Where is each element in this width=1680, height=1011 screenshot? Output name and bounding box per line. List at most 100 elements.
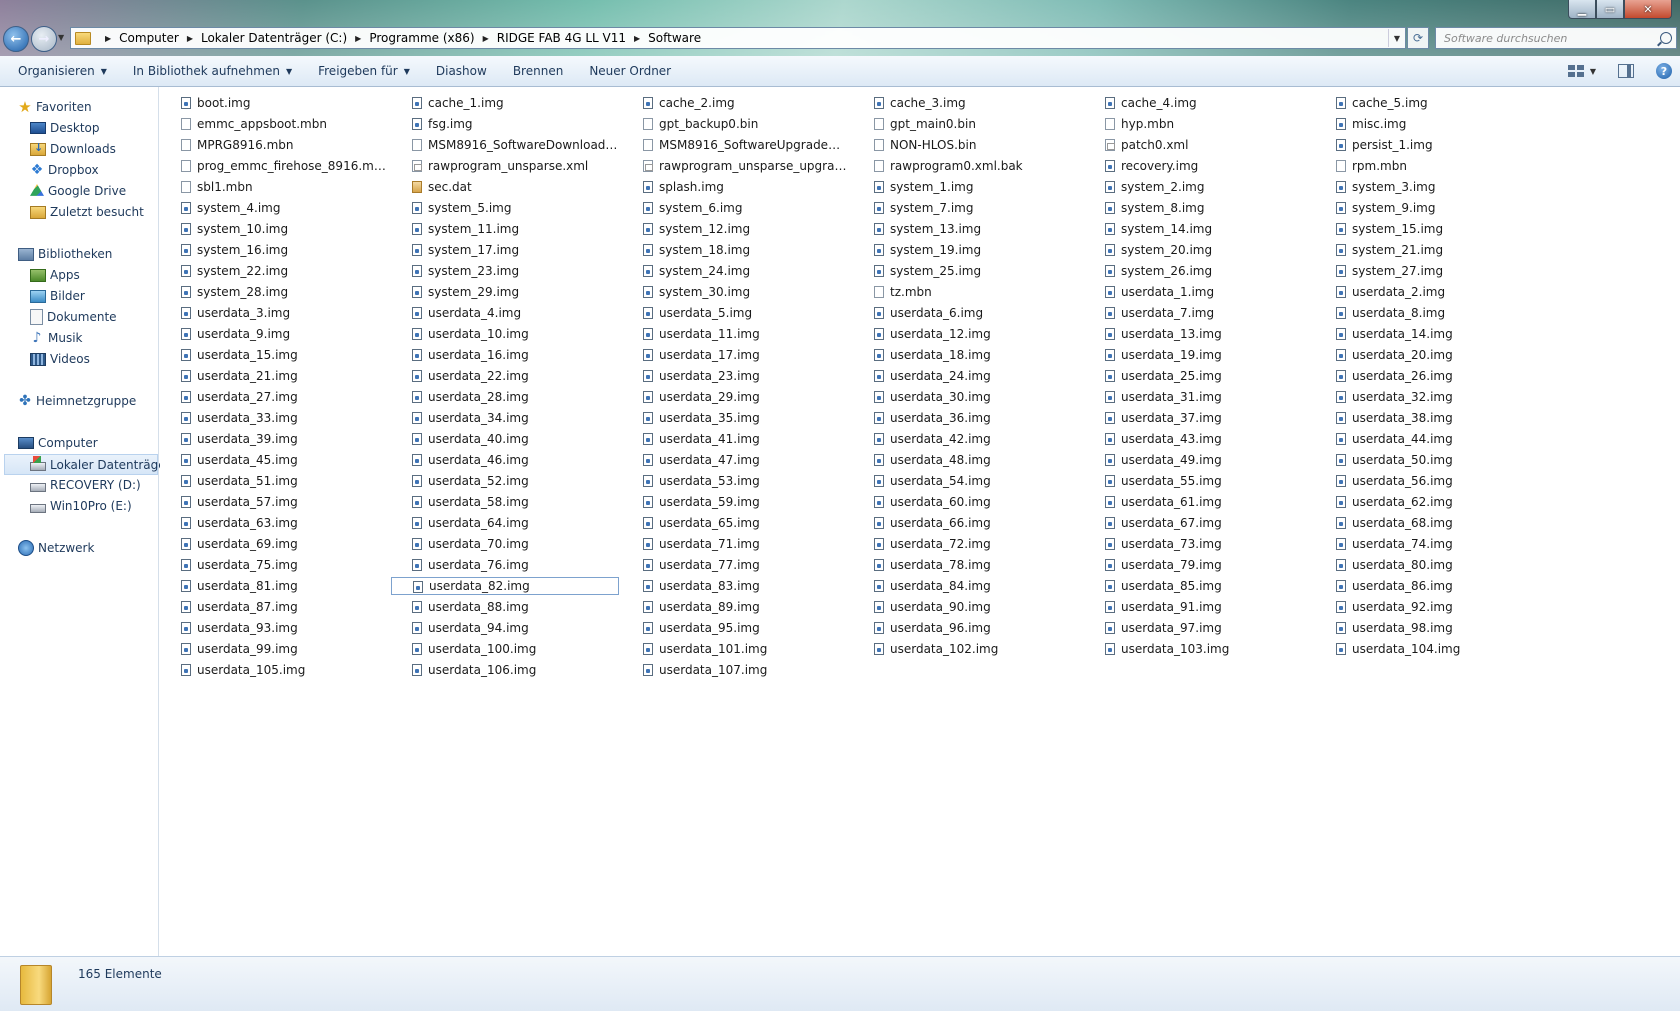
file-item[interactable]: userdata_53.img xyxy=(622,472,850,490)
sidebar-item-local-disk[interactable]: Lokaler Datenträger xyxy=(4,454,171,475)
file-item[interactable]: system_28.img xyxy=(160,283,388,301)
file-item[interactable]: userdata_103.img xyxy=(1084,640,1312,658)
sidebar-item-recent[interactable]: Zuletzt besucht xyxy=(30,202,144,222)
file-item[interactable]: userdata_77.img xyxy=(622,556,850,574)
file-item[interactable]: system_17.img xyxy=(391,241,619,259)
file-item[interactable]: userdata_63.img xyxy=(160,514,388,532)
file-item[interactable]: system_10.img xyxy=(160,220,388,238)
file-item[interactable]: userdata_78.img xyxy=(853,556,1081,574)
sidebar-item-dropbox[interactable]: ❖ Dropbox xyxy=(30,160,99,180)
breadcrumb-programme-x86[interactable]: Programme (x86) xyxy=(369,31,474,45)
file-item[interactable]: userdata_50.img xyxy=(1315,451,1543,469)
chevron-right-icon[interactable]: ▶ xyxy=(355,34,361,43)
file-item[interactable]: userdata_54.img xyxy=(853,472,1081,490)
file-item[interactable]: persist_1.img xyxy=(1315,136,1543,154)
file-item[interactable]: userdata_41.img xyxy=(622,430,850,448)
file-item[interactable]: userdata_60.img xyxy=(853,493,1081,511)
file-item[interactable]: userdata_13.img xyxy=(1084,325,1312,343)
file-item[interactable]: userdata_75.img xyxy=(160,556,388,574)
breadcrumb-computer[interactable]: Computer xyxy=(119,31,179,45)
file-item[interactable]: system_26.img xyxy=(1084,262,1312,280)
file-item[interactable]: system_4.img xyxy=(160,199,388,217)
file-item[interactable]: userdata_6.img xyxy=(853,304,1081,322)
file-item[interactable]: system_3.img xyxy=(1315,178,1543,196)
file-item[interactable]: userdata_93.img xyxy=(160,619,388,637)
file-item[interactable]: userdata_96.img xyxy=(853,619,1081,637)
file-item[interactable]: userdata_82.img xyxy=(391,577,619,595)
maximize-button[interactable]: ▭ xyxy=(1596,0,1624,19)
file-item[interactable]: system_30.img xyxy=(622,283,850,301)
file-item[interactable]: emmc_appsboot.mbn xyxy=(160,115,388,133)
file-item[interactable]: cache_2.img xyxy=(622,94,850,112)
file-item[interactable]: MSM8916_SoftwareDownloadWithC... xyxy=(391,136,619,154)
sidebar-item-computer[interactable]: Computer xyxy=(18,433,98,453)
file-item[interactable]: userdata_86.img xyxy=(1315,577,1543,595)
new-folder-button[interactable]: Neuer Ordner xyxy=(581,60,679,82)
file-item[interactable]: fsg.img xyxy=(391,115,619,133)
sidebar-item-documents[interactable]: Dokumente xyxy=(30,307,117,327)
file-item[interactable]: userdata_87.img xyxy=(160,598,388,616)
file-item[interactable]: userdata_45.img xyxy=(160,451,388,469)
file-item[interactable]: system_7.img xyxy=(853,199,1081,217)
file-item[interactable]: userdata_73.img xyxy=(1084,535,1312,553)
address-dropdown-icon[interactable]: ▼ xyxy=(1388,29,1405,47)
file-item[interactable]: userdata_72.img xyxy=(853,535,1081,553)
file-item[interactable]: cache_4.img xyxy=(1084,94,1312,112)
file-item[interactable]: misc.img xyxy=(1315,115,1543,133)
search-input[interactable] xyxy=(1442,30,1656,46)
breadcrumb-software[interactable]: Software xyxy=(648,31,701,45)
file-item[interactable]: MPRG8916.mbn xyxy=(160,136,388,154)
file-item[interactable]: splash.img xyxy=(622,178,850,196)
file-item[interactable]: userdata_70.img xyxy=(391,535,619,553)
file-item[interactable]: cache_3.img xyxy=(853,94,1081,112)
slideshow-button[interactable]: Diashow xyxy=(428,60,495,82)
file-item[interactable]: system_15.img xyxy=(1315,220,1543,238)
file-item[interactable]: userdata_10.img xyxy=(391,325,619,343)
file-item[interactable]: userdata_18.img xyxy=(853,346,1081,364)
file-item[interactable]: system_23.img xyxy=(391,262,619,280)
file-item[interactable]: userdata_39.img xyxy=(160,430,388,448)
file-item[interactable]: system_1.img xyxy=(853,178,1081,196)
file-item[interactable]: cache_1.img xyxy=(391,94,619,112)
file-item[interactable]: userdata_81.img xyxy=(160,577,388,595)
file-item[interactable]: userdata_92.img xyxy=(1315,598,1543,616)
file-item[interactable]: system_9.img xyxy=(1315,199,1543,217)
file-item[interactable]: userdata_65.img xyxy=(622,514,850,532)
file-item[interactable]: userdata_17.img xyxy=(622,346,850,364)
file-item[interactable]: userdata_40.img xyxy=(391,430,619,448)
sidebar-item-homegroup[interactable]: ✤ Heimnetzgruppe xyxy=(18,391,136,411)
file-item[interactable]: rpm.mbn xyxy=(1315,157,1543,175)
file-item[interactable]: cache_5.img xyxy=(1315,94,1543,112)
file-item[interactable]: userdata_38.img xyxy=(1315,409,1543,427)
file-item[interactable]: hyp.mbn xyxy=(1084,115,1312,133)
file-item[interactable]: userdata_74.img xyxy=(1315,535,1543,553)
file-item[interactable]: userdata_91.img xyxy=(1084,598,1312,616)
file-item[interactable]: userdata_79.img xyxy=(1084,556,1312,574)
file-item[interactable]: userdata_57.img xyxy=(160,493,388,511)
file-item[interactable]: userdata_106.img xyxy=(391,661,619,679)
preview-pane-icon[interactable] xyxy=(1618,64,1634,78)
file-item[interactable]: userdata_76.img xyxy=(391,556,619,574)
file-item[interactable]: userdata_62.img xyxy=(1315,493,1543,511)
file-item[interactable]: system_13.img xyxy=(853,220,1081,238)
breadcrumb-drive-c[interactable]: Lokaler Datenträger (C:) xyxy=(201,31,347,45)
file-item[interactable]: userdata_28.img xyxy=(391,388,619,406)
file-item[interactable]: userdata_68.img xyxy=(1315,514,1543,532)
file-item[interactable]: recovery.img xyxy=(1084,157,1312,175)
file-item[interactable]: userdata_9.img xyxy=(160,325,388,343)
file-item[interactable]: prog_emmc_firehose_8916.mbn xyxy=(160,157,388,175)
file-item[interactable]: userdata_15.img xyxy=(160,346,388,364)
file-item[interactable]: userdata_16.img xyxy=(391,346,619,364)
file-item[interactable]: userdata_7.img xyxy=(1084,304,1312,322)
include-library-menu[interactable]: In Bibliothek aufnehmen ▼ xyxy=(125,60,300,82)
file-item[interactable]: system_25.img xyxy=(853,262,1081,280)
file-item[interactable]: userdata_64.img xyxy=(391,514,619,532)
view-dropdown-icon[interactable]: ▼ xyxy=(1590,67,1596,76)
file-item[interactable]: NON-HLOS.bin xyxy=(853,136,1081,154)
close-button[interactable]: ✕ xyxy=(1624,0,1672,19)
share-menu[interactable]: Freigeben für ▼ xyxy=(310,60,418,82)
file-item[interactable]: userdata_19.img xyxy=(1084,346,1312,364)
file-item[interactable]: system_24.img xyxy=(622,262,850,280)
file-item[interactable]: userdata_58.img xyxy=(391,493,619,511)
chevron-right-icon[interactable]: ▶ xyxy=(483,34,489,43)
